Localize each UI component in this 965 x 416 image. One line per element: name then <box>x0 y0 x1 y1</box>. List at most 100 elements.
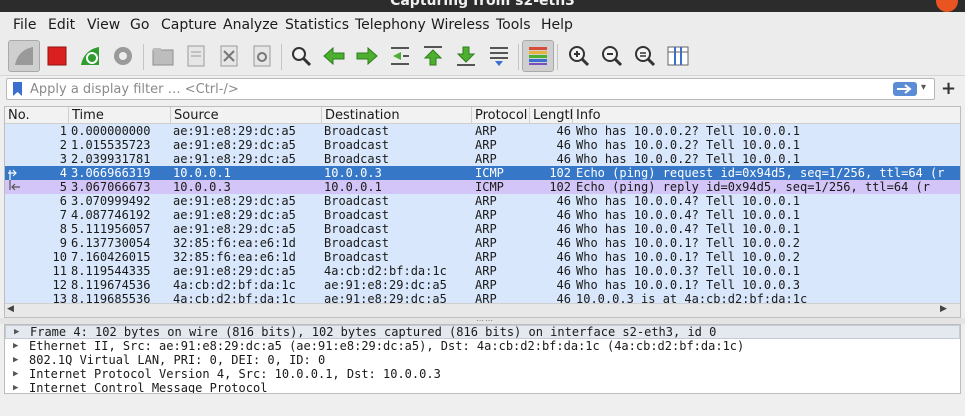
packet-list-scrollbar[interactable]: ◀ ▶ <box>5 303 960 317</box>
cell-no: 9 <box>59 236 67 250</box>
column-header-time[interactable]: Time <box>68 107 170 124</box>
menu-go[interactable]: Go <box>130 17 149 33</box>
packet-row[interactable]: 7 4.087746192 ae:91:e8:29:dc:a5 Broadcast AR… <box>5 208 960 222</box>
column-header-length[interactable]: Length <box>529 107 572 124</box>
packet-row[interactable]: 8 5.111956057 ae:91:e8:29:dc:a5 Broadcast AR… <box>5 222 960 236</box>
window-close-button[interactable] <box>936 0 958 12</box>
column-header-protocol[interactable]: Protocol <box>471 107 529 124</box>
detail-row-ipv4[interactable]: ▶ Internet Protocol Version 4, Src: 10.0… <box>5 367 960 381</box>
cell-src: ae:91:e8:29:dc:a5 <box>173 124 296 138</box>
cell-src: ae:91:e8:29:dc:a5 <box>173 208 296 222</box>
cell-proto: ARP <box>475 138 497 152</box>
restart-capture-icon <box>81 47 99 65</box>
window-title: Capturing from s2-eth3 <box>390 0 575 9</box>
add-filter-button[interactable]: + <box>941 78 956 99</box>
packet-row[interactable]: 2 1.015535723 ae:91:e8:29:dc:a5 Broadcast AR… <box>5 138 960 152</box>
go-to-packet-button[interactable] <box>384 40 416 72</box>
menu-file[interactable]: File <box>13 17 36 33</box>
cell-dst: Broadcast <box>324 152 390 166</box>
packet-row[interactable]: 12 8.119674536 4a:cb:d2:bf:da:1c ae:91:e8:2… <box>5 278 960 292</box>
menu-help[interactable]: Help <box>541 17 573 33</box>
menu-analyze[interactable]: Analyze <box>223 17 278 33</box>
save-file-button[interactable] <box>180 40 212 72</box>
packet-rows: 1 0.000000000 ae:91:e8:29:dc:a5 Broadcast AR… <box>5 124 960 306</box>
close-file-button[interactable] <box>213 40 245 72</box>
packet-row[interactable]: 9 6.137730054 32:85:f6:ea:e6:1d Broadcast AR… <box>5 236 960 250</box>
packet-row[interactable]: 11 8.119544335 ae:91:e8:29:dc:a5 4a:cb:d2:b… <box>5 264 960 278</box>
first-packet-button[interactable] <box>417 40 449 72</box>
toolbar-separator <box>143 44 144 70</box>
autoscroll-button[interactable] <box>483 40 515 72</box>
cell-no: 2 <box>59 138 67 152</box>
expand-arrow-icon[interactable]: ▶ <box>13 353 18 367</box>
go-back-button[interactable] <box>318 40 350 72</box>
cell-proto: ARP <box>475 208 497 222</box>
go-forward-icon <box>356 46 378 66</box>
last-packet-icon <box>456 46 476 66</box>
find-packet-button[interactable] <box>285 40 317 72</box>
cell-no: 8 <box>59 222 67 236</box>
cell-dst: Broadcast <box>324 236 390 250</box>
cell-no: 10 <box>52 250 67 264</box>
zoom-out-button[interactable] <box>596 40 628 72</box>
detail-row-frame[interactable]: ▶ Frame 4: 102 bytes on wire (816 bits),… <box>5 325 960 339</box>
menu-wireless[interactable]: Wireless <box>431 17 490 33</box>
scroll-right-icon[interactable]: ▶ <box>940 304 947 314</box>
go-forward-button[interactable] <box>351 40 383 72</box>
cell-src: 10.0.0.1 <box>173 166 231 180</box>
menu-view[interactable]: View <box>87 17 120 33</box>
expand-arrow-icon[interactable]: ▶ <box>13 367 18 381</box>
resize-columns-button[interactable] <box>662 40 694 72</box>
zoom-in-button[interactable] <box>563 40 595 72</box>
packet-row[interactable]: 6 3.070999492 ae:91:e8:29:dc:a5 Broadcast AR… <box>5 194 960 208</box>
cell-proto: ARP <box>475 264 497 278</box>
restart-capture-button[interactable] <box>74 40 106 72</box>
expand-arrow-icon[interactable]: ▶ <box>14 326 19 338</box>
stop-capture-button[interactable] <box>41 40 73 72</box>
display-filter-input[interactable] <box>30 80 890 98</box>
detail-row-vlan[interactable]: ▶ 802.1Q Virtual LAN, PRI: 0, DEI: 0, ID… <box>5 353 960 367</box>
menu-edit[interactable]: Edit <box>48 17 75 33</box>
cell-proto: ARP <box>475 278 497 292</box>
cell-info: Who has 10.0.0.4? Tell 10.0.0.1 <box>576 222 800 236</box>
column-header-info[interactable]: Info <box>572 107 960 124</box>
capture-options-icon <box>114 47 132 65</box>
colorize-button[interactable] <box>522 40 554 72</box>
bookmark-icon[interactable] <box>13 82 22 96</box>
filter-history-dropdown[interactable]: ▾ <box>921 82 926 93</box>
reload-file-icon <box>253 45 271 67</box>
cell-proto: ARP <box>475 194 497 208</box>
menu-telephony[interactable]: Telephony <box>355 17 426 33</box>
detail-text: 802.1Q Virtual LAN, PRI: 0, DEI: 0, ID: … <box>29 353 326 367</box>
menu-statistics[interactable]: Statistics <box>285 17 349 33</box>
reload-file-button[interactable] <box>246 40 278 72</box>
menu-tools[interactable]: Tools <box>496 17 531 33</box>
detail-row-icmp[interactable]: ▶ Internet Control Message Protocol <box>5 381 960 394</box>
packet-row[interactable]: 10 7.160426015 32:85:f6:ea:e6:1d Broadcast A… <box>5 250 960 264</box>
packet-row[interactable]: 3 2.039931781 ae:91:e8:29:dc:a5 Broadcast AR… <box>5 152 960 166</box>
scroll-left-icon[interactable]: ◀ <box>7 304 14 314</box>
toolbar-separator <box>518 44 519 70</box>
cell-info: Echo (ping) request id=0x94d5, seq=1/256… <box>576 166 945 180</box>
cell-proto: ARP <box>475 250 497 264</box>
packet-row[interactable]: 4 3.066966319 10.0.0.1 10.0.0.3 ICMP 102 Echo … <box>5 166 960 180</box>
last-packet-button[interactable] <box>450 40 482 72</box>
capture-options-button[interactable] <box>107 40 139 72</box>
expand-arrow-icon[interactable]: ▶ <box>13 339 18 353</box>
detail-row-ethernet[interactable]: ▶ Ethernet II, Src: ae:91:e8:29:dc:a5 (a… <box>5 339 960 353</box>
cell-info: Who has 10.0.0.2? Tell 10.0.0.1 <box>576 152 800 166</box>
start-capture-button[interactable] <box>8 40 40 72</box>
column-header-destination[interactable]: Destination <box>321 107 471 124</box>
detail-text: Internet Control Message Protocol <box>29 381 268 394</box>
normal-size-button[interactable] <box>629 40 661 72</box>
expand-arrow-icon[interactable]: ▶ <box>13 381 18 393</box>
packet-row[interactable]: 5 3.067066673 10.0.0.3 10.0.0.1 ICMP 102 Echo … <box>5 180 960 194</box>
apply-filter-button[interactable] <box>893 82 917 96</box>
cell-len: 46 <box>556 194 571 208</box>
menu-capture[interactable]: Capture <box>161 17 217 33</box>
column-header-source[interactable]: Source <box>170 107 321 124</box>
open-file-icon <box>152 48 174 66</box>
column-header-no[interactable]: No. <box>5 107 68 124</box>
packet-row[interactable]: 1 0.000000000 ae:91:e8:29:dc:a5 Broadcast AR… <box>5 124 960 138</box>
open-file-button[interactable] <box>147 40 179 72</box>
